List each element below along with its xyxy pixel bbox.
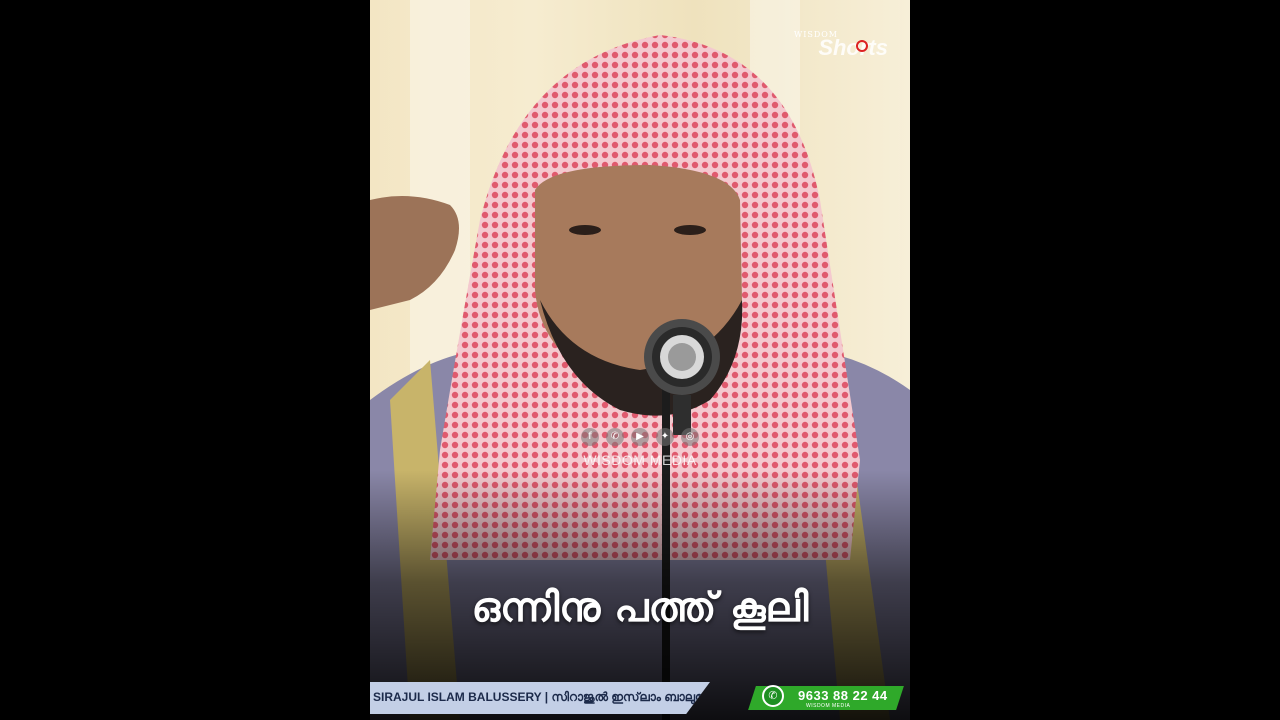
caption: ഒന്നിനു പത്ത് കൂലി — [471, 585, 809, 631]
youtube-icon: ▶ — [631, 428, 649, 446]
phone-subtitle: WISDOM MEDIA — [806, 703, 851, 709]
right-eye — [674, 225, 706, 235]
whatsapp-icon: ✆ — [762, 685, 784, 707]
facebook-icon: f — [581, 428, 599, 446]
left-eye — [569, 225, 601, 235]
whatsapp-icon: ✆ — [606, 428, 624, 446]
watermark: f ✆ ▶ ✦ ◎ WISDOM MEDIA — [370, 428, 910, 468]
wisdom-shorts-logo: WISDOM Shorts — [793, 30, 888, 60]
watermark-text: WISDOM MEDIA — [583, 452, 697, 468]
social-icons: f ✆ ▶ ✦ ◎ — [370, 428, 910, 446]
video-frame: WISDOM Shorts f ✆ ▶ ✦ ◎ WISDOM MEDIA ഒന്… — [370, 0, 910, 720]
phone-number: 9633 88 22 44 — [798, 688, 888, 703]
raised-hand — [370, 196, 459, 310]
speaker-name-bar: SIRAJUL ISLAM BALUSSERY | സിറാജുൽ ഇസ്‌ലാ… — [370, 682, 710, 714]
speaker-name: SIRAJUL ISLAM BALUSSERY | സിറാജുൽ ഇസ്‌ലാ… — [373, 690, 725, 704]
instagram-icon: ◎ — [681, 428, 699, 446]
twitter-icon: ✦ — [656, 428, 674, 446]
